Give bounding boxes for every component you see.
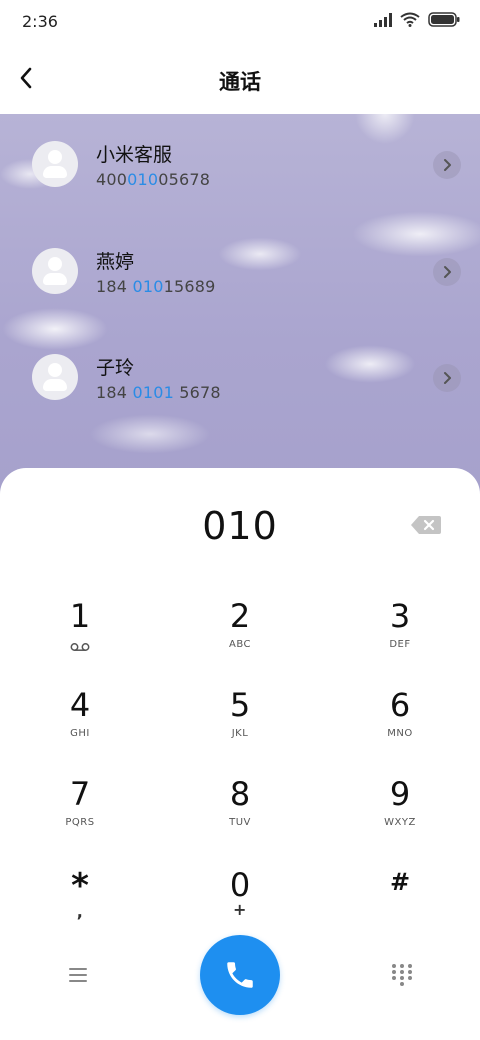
key-digit: 0 [229,866,251,904]
chevron-right-icon [444,266,451,278]
contact-name: 小米客服 [96,144,173,166]
chevron-right-icon [444,372,451,384]
contact-details-button[interactable] [433,364,461,392]
avatar [32,354,78,400]
status-icons [374,12,460,27]
key-letters: JKL [231,728,249,739]
number-suffix: 5678 [173,383,221,402]
key-digit: 3 [389,597,411,635]
number-match: 010 [132,277,164,296]
status-bar: 2:36 [0,0,480,44]
battery-icon [428,12,460,27]
dial-key-3[interactable]: 3 DEF [345,597,455,677]
key-letters: + [233,900,247,919]
dial-key-9[interactable]: 9 WXYZ [345,775,455,855]
avatar-body [43,273,67,285]
dial-key-hash[interactable]: # [345,866,455,946]
phone-icon [227,962,253,988]
menu-button[interactable] [64,961,92,989]
menu-icon [69,968,87,982]
contact-result-row[interactable]: 子玲 184 0101 5678 [0,339,480,419]
signal-icon [374,12,392,27]
status-time: 2:36 [22,12,58,31]
key-letters: MNO [387,728,413,739]
dial-key-5[interactable]: 5 JKL [185,686,295,766]
key-digit: 9 [389,775,411,813]
contact-number: 184 0101 5678 [96,383,221,402]
dial-key-0[interactable]: 0 + [185,866,295,946]
key-digit: 6 [389,686,411,724]
dial-key-7[interactable]: 7 PQRS [25,775,135,855]
avatar-head [48,150,62,164]
key-letters: TUV [229,817,251,828]
key-letters: DEF [389,639,411,650]
number-suffix: 15689 [163,277,216,296]
avatar-body [43,166,67,178]
key-letters: WXYZ [384,817,416,828]
backspace-icon [411,516,441,534]
contact-name: 子玲 [96,357,135,379]
call-button[interactable] [200,935,280,1015]
dial-key-1[interactable]: 1 [25,597,135,677]
avatar [32,248,78,294]
number-prefix: 184 [96,277,133,296]
key-digit: # [389,868,411,896]
contact-name: 燕婷 [96,251,135,273]
contact-number: 40001005678 [96,170,210,189]
avatar-head [48,363,62,377]
keypad-toggle-button[interactable] [390,962,414,988]
key-digit: 7 [69,775,91,813]
header: 通话 [0,44,480,114]
contact-details-button[interactable] [433,151,461,179]
dial-key-6[interactable]: 6 MNO [345,686,455,766]
number-match: 010 [127,170,159,189]
page-title: 通话 [219,70,261,94]
key-letters: , [76,902,84,921]
avatar [32,141,78,187]
number-prefix: 400 [96,170,128,189]
key-digit: 2 [229,597,251,635]
contact-result-row[interactable]: 小米客服 40001005678 [0,126,480,206]
contact-number: 184 01015689 [96,277,215,296]
dialed-number: 010 [202,504,278,548]
key-digit: 4 [69,686,91,724]
dial-key-8[interactable]: 8 TUV [185,775,295,855]
key-digit: 1 [69,597,91,635]
key-digit: 8 [229,775,251,813]
voicemail-icon [70,643,90,651]
number-prefix: 184 [96,383,133,402]
key-letters: GHI [70,728,90,739]
keypad-icon [392,964,412,986]
contact-results-list[interactable]: 小米客服 40001005678 燕婷 184 01015689 子玲 184 … [0,114,480,494]
number-suffix: 05678 [158,170,211,189]
avatar-head [48,257,62,271]
dial-key-4[interactable]: 4 GHI [25,686,135,766]
key-letters: ABC [228,639,251,650]
chevron-right-icon [444,159,451,171]
contact-details-button[interactable] [433,258,461,286]
contact-result-row[interactable]: 燕婷 184 01015689 [0,233,480,313]
avatar-body [43,379,67,391]
backspace-button[interactable] [410,514,442,536]
key-digit: 5 [229,686,251,724]
key-digit: * [71,866,89,906]
number-match: 0101 [132,383,174,402]
dial-key-2[interactable]: 2 ABC [185,597,295,677]
dial-key-star[interactable]: * , [25,866,135,946]
key-letters: PQRS [65,817,95,828]
wifi-icon [400,12,420,27]
